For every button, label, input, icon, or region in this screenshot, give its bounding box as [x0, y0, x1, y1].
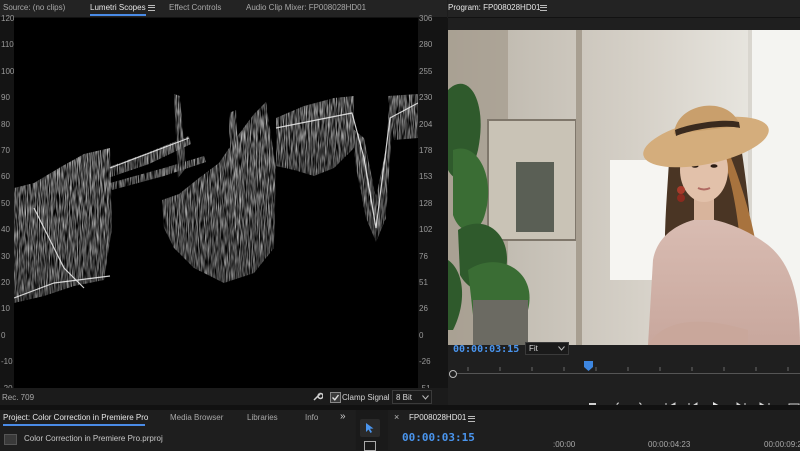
selection-tool-button[interactable] — [360, 419, 380, 437]
fit-select[interactable]: Fit — [525, 342, 569, 355]
project-panel: Project: Color Correction in Premiere Pr… — [0, 410, 355, 450]
bit-depth-value: 8 Bit — [396, 393, 413, 402]
tab-lumetri-scopes[interactable]: Lumetri Scopes — [90, 3, 146, 16]
wrench-icon[interactable] — [312, 391, 324, 404]
scope-right-tick: 76 — [419, 251, 428, 261]
tools-panel — [356, 410, 388, 451]
active-tab-indicator — [90, 14, 146, 16]
tab-media-browser[interactable]: Media Browser — [170, 413, 223, 422]
scope-right-tick: 204 — [419, 119, 433, 129]
scope-right-tick: 102 — [419, 225, 433, 235]
scope-left-tick: 50 — [1, 198, 10, 208]
tab-libraries[interactable]: Libraries — [247, 413, 278, 422]
scope-right-tick: 26 — [419, 304, 428, 314]
scope-left-tick: -10 — [1, 357, 13, 367]
zoom-scroll-handle[interactable] — [449, 370, 457, 378]
scope-left-tick: 120 — [1, 14, 15, 23]
timeline-panel: × FP008028HD01 00:00:03:15 :00:00 00:00:… — [390, 410, 800, 450]
close-sequence-button[interactable]: × — [394, 412, 399, 422]
scope-left-tick: 80 — [1, 119, 10, 129]
scope-right-tick: 128 — [419, 198, 433, 208]
scope-right-tick: 178 — [419, 146, 433, 155]
timeline-timecode[interactable]: 00:00:03:15 — [402, 431, 475, 444]
tab-effect-controls[interactable]: Effect Controls — [169, 3, 221, 12]
scope-right-tick: 280 — [419, 40, 433, 50]
tab-project[interactable]: Project: Color Correction in Premiere Pr… — [3, 413, 148, 422]
zoom-scroll-track[interactable] — [452, 373, 800, 374]
video-frame — [448, 30, 800, 345]
ruler-ticks — [467, 367, 789, 371]
program-time-ruler[interactable] — [448, 358, 800, 372]
scope-left-tick: 30 — [1, 251, 10, 261]
program-tabbar: Program: FP008028HD01 — [448, 0, 800, 18]
ruler-label-1: 00:00:04:23 — [648, 440, 691, 449]
source-panel-tabbar: Source: (no clips) Lumetri Scopes Effect… — [0, 0, 447, 18]
scope-right-tick: 0 — [419, 330, 424, 340]
chevron-down-icon — [422, 395, 429, 400]
scope-left-tick: 70 — [1, 146, 10, 155]
clamp-signal-label: Clamp Signal — [342, 393, 390, 402]
program-timecode[interactable]: 00:00:03:15 — [453, 344, 519, 355]
scope-left-tick: 0 — [1, 330, 6, 340]
checkmark-icon — [332, 394, 340, 401]
video-image — [448, 30, 800, 345]
project-file-name[interactable]: Color Correction in Premiere Pro.prproj — [24, 434, 163, 443]
scope-right-tick: 51 — [419, 278, 428, 287]
tab-source[interactable]: Source: (no clips) — [3, 3, 65, 12]
active-tab-indicator — [3, 424, 145, 426]
playhead-marker[interactable] — [584, 361, 593, 371]
tab-program[interactable]: Program: FP008028HD01 — [448, 3, 541, 12]
scope-left-tick: 10 — [1, 304, 10, 314]
lumetri-panel-menu-icon[interactable] — [148, 3, 155, 12]
scope-right-tick: 230 — [419, 93, 433, 103]
clamp-signal-checkbox[interactable] — [330, 392, 341, 403]
tab-info[interactable]: Info — [305, 413, 318, 422]
scope-left-tick: 20 — [1, 278, 10, 287]
scope-left-tick: 60 — [1, 172, 10, 182]
program-monitor: 00:00:03:15 Fit — [448, 18, 800, 412]
scope-left-tick: 110 — [1, 40, 14, 50]
scope-right-tick: 255 — [419, 66, 433, 76]
tab-sequence[interactable]: FP008028HD01 — [409, 413, 466, 422]
sequence-menu-icon[interactable] — [468, 414, 475, 423]
chevron-down-icon — [558, 346, 565, 351]
project-file-icon — [4, 434, 17, 445]
program-panel-menu-icon[interactable] — [540, 3, 547, 12]
more-tabs-button[interactable]: » — [340, 411, 346, 422]
ruler-label-0: :00:00 — [553, 440, 576, 449]
bit-depth-select[interactable]: 8 Bit — [392, 390, 432, 404]
fit-value: Fit — [529, 344, 538, 353]
scope-right-tick: -26 — [419, 357, 431, 367]
tab-audio-clip-mixer[interactable]: Audio Clip Mixer: FP008028HD01 — [246, 3, 366, 12]
scope-left-tick: 90 — [1, 93, 10, 103]
ruler-label-2: 00:00:09:2 — [764, 440, 800, 449]
tab-lumetri-label: Lumetri Scopes — [90, 3, 146, 12]
waveform-graphic — [13, 94, 419, 303]
program-title: Program: FP008028HD01 — [448, 3, 541, 12]
scope-left-tick: 40 — [1, 225, 10, 235]
scope-left-tick: 100 — [1, 66, 15, 76]
scope-right-tick: 153 — [419, 172, 433, 182]
color-space-label: Rec. 709 — [2, 393, 35, 402]
scope-footer: Rec. 709 Clamp Signal 8 Bit — [0, 388, 448, 405]
scope-right-tick: 306 — [419, 14, 433, 23]
waveform-display — [13, 18, 419, 388]
selection-arrow-icon — [366, 423, 374, 433]
